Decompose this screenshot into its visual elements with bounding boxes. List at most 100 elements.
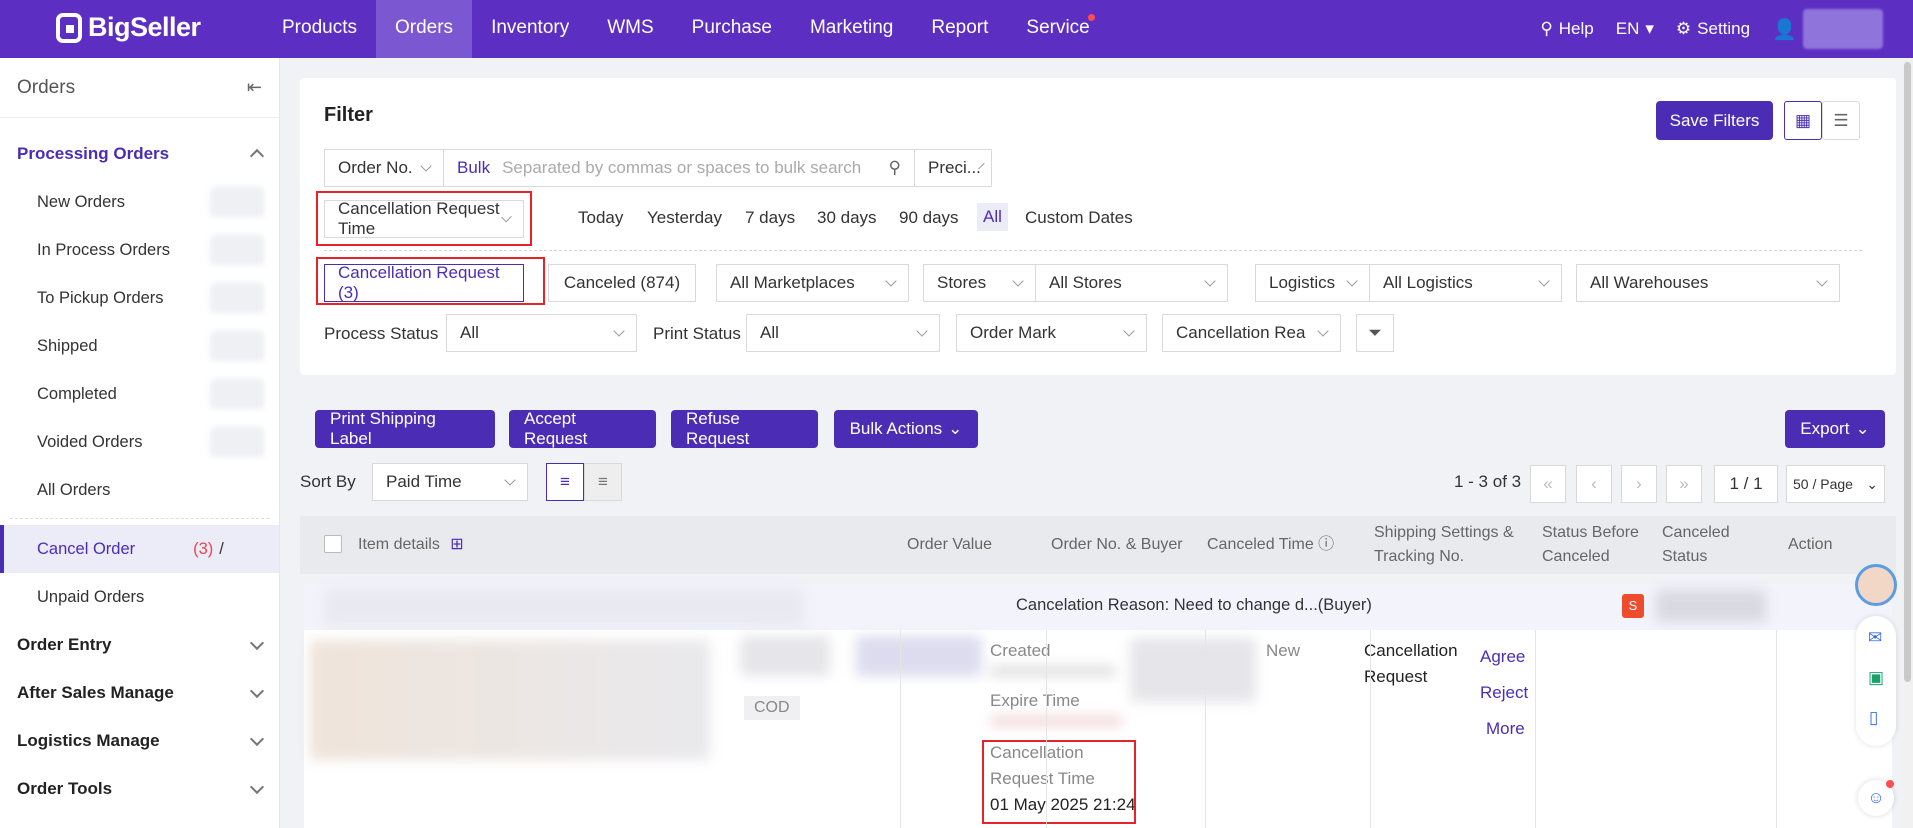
process-status-select[interactable]: All [446,314,637,352]
chevron-down-icon [1816,275,1828,287]
notebook-icon[interactable]: ▣ [1868,668,1884,688]
agree-action[interactable]: Agree [1480,644,1525,670]
sidebar-group-label: Processing Orders [17,144,170,163]
sidebar-item-label: Completed [37,384,117,403]
sidebar-group-after-sales[interactable]: After Sales Manage [0,669,279,717]
print-status-select[interactable]: All [746,314,940,352]
language-select[interactable]: EN ▾ [1616,19,1654,39]
save-filters-button[interactable]: Save Filters [1656,101,1773,140]
assistant-icon[interactable]: ☺ [1858,780,1894,816]
order-mark-select[interactable]: Order Mark [956,314,1147,352]
sidebar-item-cancel-order[interactable]: Cancel Order (3) / [0,525,279,573]
filter-title: Filter [324,104,373,126]
search-icon[interactable]: ⚲ [889,158,901,178]
sort-asc-button[interactable]: ≡ [584,463,622,501]
shopee-icon: S [1622,594,1644,618]
brand-logo[interactable]: BigSeller [56,12,201,43]
user-icon[interactable]: 👤 [1772,17,1797,42]
sidebar-group-order-tools[interactable]: Order Tools [0,765,279,813]
sidebar-group-logistics[interactable]: Logistics Manage [0,717,279,765]
sidebar-item-completed[interactable]: Completed [0,370,279,418]
bulk-search-field[interactable]: Bulk Separated by commas or spaces to bul… [443,149,915,187]
warehouse-select[interactable]: All Warehouses [1576,264,1840,302]
page-input[interactable]: 1 / 1 [1714,465,1778,503]
sidebar-item-voided[interactable]: Voided Orders [0,418,279,466]
marketplace-select[interactable]: All Marketplaces [716,264,909,302]
nav-service[interactable]: Service [1007,0,1108,58]
precise-select[interactable]: Preci... [914,149,992,187]
date-yesterday[interactable]: Yesterday [647,208,722,228]
date-7days[interactable]: 7 days [745,208,795,228]
help-link[interactable]: ⚲ Help [1540,19,1593,39]
stores-type-select[interactable]: Stores [923,264,1036,302]
logistics-select[interactable]: All Logistics [1369,264,1562,302]
card-view-toggle[interactable]: ▦ [1784,101,1822,140]
nav-purchase[interactable]: Purchase [673,0,791,58]
sidebar-item-to-pickup[interactable]: To Pickup Orders [0,274,279,322]
more-filters-button[interactable]: ⏷ [1356,314,1394,352]
nav-service-label: Service [1026,17,1090,38]
select-label: All Marketplaces [730,273,855,292]
per-page-select[interactable]: 50 / Page ⌄ [1786,465,1885,503]
nav-marketing[interactable]: Marketing [791,0,912,58]
chevron-down-icon: ⌄ [948,419,963,438]
logo-icon [56,12,82,43]
first-page-button[interactable]: « [1530,465,1566,503]
sidebar-group-processing[interactable]: Processing Orders [0,130,279,178]
date-all[interactable]: All [977,203,1008,231]
chevron-up-icon [249,148,265,164]
sort-field-select[interactable]: Paid Time [372,463,528,501]
col-canceled-status: Canceled Status [1662,524,1730,565]
cancellation-reason-select[interactable]: Cancellation Rea [1162,314,1341,352]
nav-wms[interactable]: WMS [588,0,672,58]
chevron-down-icon [1538,275,1550,287]
tab-canceled[interactable]: Canceled (874) [548,264,696,302]
sidebar-item-all-orders[interactable]: All Orders [0,466,279,514]
language-label: EN [1615,19,1640,38]
bulk-actions-button[interactable]: Bulk Actions ⌄ [834,410,978,448]
nav-orders[interactable]: Orders [375,0,473,58]
expand-plus-icon[interactable]: ⊞ [450,536,463,553]
accept-request-button[interactable]: Accept Request [509,409,656,448]
stores-select[interactable]: All Stores [1035,264,1228,302]
chat-icon[interactable]: ✉ [1868,628,1882,648]
phone-icon[interactable]: ▯ [1869,708,1878,728]
prev-page-button[interactable]: ‹ [1576,465,1612,503]
date-90days[interactable]: 90 days [899,208,959,228]
list-view-toggle[interactable]: ☰ [1822,101,1860,140]
sidebar-item-unpaid[interactable]: Unpaid Orders [0,573,279,621]
setting-link[interactable]: ⚙ Setting [1676,19,1750,39]
chevron-right-icon: › [1636,474,1642,493]
nav-report[interactable]: Report [912,0,1007,58]
more-action[interactable]: More [1486,716,1525,742]
date-today[interactable]: Today [578,208,623,228]
user-avatar[interactable] [1803,9,1883,49]
print-shipping-label-button[interactable]: Print Shipping Label [315,409,495,448]
sidebar-group-order-entry[interactable]: Order Entry [0,621,279,669]
nav-products[interactable]: Products [263,0,376,58]
sort-asc-icon: ≡ [598,472,608,491]
order-no-select[interactable]: Order No. [324,149,444,187]
help-circle-icon[interactable]: ⓘ [1318,536,1334,553]
date-custom[interactable]: Custom Dates [1025,208,1133,228]
export-button[interactable]: Export ⌄ [1785,410,1885,448]
floating-support-avatar[interactable] [1855,564,1897,606]
next-page-button[interactable]: › [1621,465,1657,503]
collapse-sidebar-icon[interactable]: ⇤ [247,77,262,98]
col-divider [1370,630,1371,828]
select-all-checkbox[interactable] [324,535,342,553]
refuse-request-button[interactable]: Refuse Request [671,409,818,448]
last-page-button[interactable]: » [1666,465,1702,503]
sort-desc-button[interactable]: ≡ [546,463,584,501]
nav-inventory[interactable]: Inventory [472,0,588,58]
date-30days[interactable]: 30 days [817,208,877,228]
sidebar-item-new-orders[interactable]: New Orders [0,178,279,226]
reject-action[interactable]: Reject [1480,680,1528,706]
select-label: All Warehouses [1590,273,1709,292]
sidebar-item-shipped[interactable]: Shipped [0,322,279,370]
notification-dot [1886,780,1894,788]
logistics-type-select[interactable]: Logistics [1255,264,1370,302]
bulk-label: Bulk [457,158,491,177]
sidebar-item-in-process[interactable]: In Process Orders [0,226,279,274]
page-scrollbar[interactable] [1902,58,1913,828]
